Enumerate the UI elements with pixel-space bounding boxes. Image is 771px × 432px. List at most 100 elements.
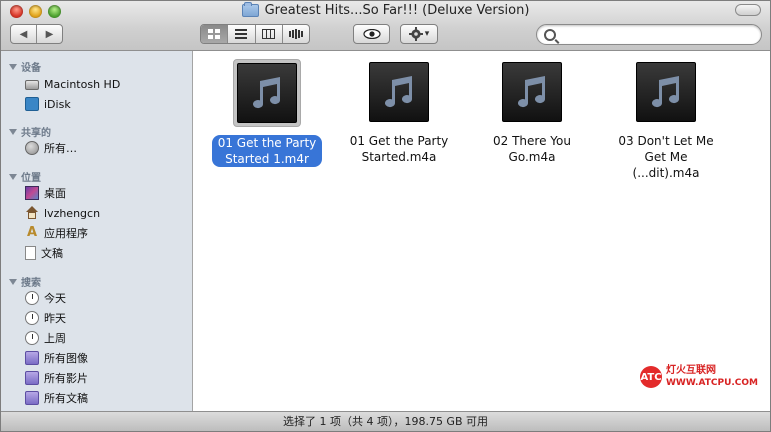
action-menu-button[interactable]: ▾ — [400, 24, 438, 44]
gear-icon — [408, 27, 423, 41]
smart-folder-icon — [25, 371, 39, 385]
file-name-line: Started.m4a — [361, 150, 437, 164]
sidebar-item-idisk[interactable]: iDisk — [25, 96, 71, 112]
file-name-line: 01 Get the Party — [217, 136, 317, 150]
file-thumbnail[interactable] — [633, 59, 699, 125]
sidebar-item-label: lvzhengcn — [44, 206, 101, 220]
sidebar-item-applications[interactable]: A 应用程序 — [25, 225, 88, 241]
file-item[interactable]: 01 Get the Party Started.m4a — [339, 59, 459, 165]
file-item[interactable]: 03 Don't Let Me Get Me (...dit).m4a — [606, 59, 726, 181]
file-name-label[interactable]: 01 Get the Party Started.m4a — [339, 133, 459, 165]
sidebar-item-today[interactable]: 今天 — [25, 290, 66, 306]
sidebar-item-label: 昨天 — [44, 312, 66, 325]
search-input[interactable] — [559, 27, 753, 43]
forward-arrow-icon: ▶ — [45, 28, 54, 40]
back-forward-control: ◀ ▶ — [10, 24, 63, 44]
sidebar-item-last-week[interactable]: 上周 — [25, 330, 66, 346]
sidebar-item-all-shared[interactable]: 所有… — [25, 140, 77, 156]
search-icon — [544, 29, 556, 41]
status-text: 选择了 1 项（共 4 项），198.75 GB 可用 — [282, 415, 489, 428]
file-name-line: Get Me (...dit).m4a — [632, 150, 700, 180]
forward-button[interactable]: ▶ — [36, 25, 62, 43]
sidebar-item-all-movies[interactable]: 所有影片 — [25, 370, 88, 386]
music-note-icon — [237, 63, 297, 123]
file-name-label[interactable]: 01 Get the Party Started 1.m4r — [211, 135, 323, 167]
column-view-button[interactable] — [254, 25, 282, 43]
clock-icon — [25, 291, 39, 305]
file-name-line: Started 1.m4r — [225, 152, 309, 166]
sidebar-item-label: 应用程序 — [44, 227, 88, 240]
coverflow-view-button[interactable] — [281, 25, 309, 43]
file-name-line: 01 Get the Party — [349, 134, 449, 148]
sidebar-item-label: 今天 — [44, 292, 66, 305]
disclosure-triangle-icon[interactable] — [9, 63, 17, 70]
file-name-line: 02 There You — [493, 134, 571, 148]
watermark-cn: 灯火互联网 — [666, 365, 716, 376]
documents-icon — [25, 246, 36, 260]
sidebar-item-label: Macintosh HD — [44, 77, 121, 91]
coverflow-view-icon — [288, 29, 303, 39]
back-button[interactable]: ◀ — [11, 25, 36, 43]
sidebar-item-yesterday[interactable]: 昨天 — [25, 310, 66, 326]
toolbar-toggle-button[interactable] — [735, 4, 761, 16]
sidebar-item-label: 桌面 — [44, 187, 66, 200]
quick-look-button[interactable] — [353, 24, 390, 44]
list-view-icon — [235, 29, 248, 39]
sidebar-section-label: 共享的 — [21, 128, 51, 139]
sidebar-section-search[interactable]: 搜索 — [9, 274, 41, 289]
sidebar-item-documents[interactable]: 文稿 — [25, 245, 63, 261]
chevron-down-icon: ▾ — [424, 29, 430, 39]
file-name-line: 03 Don't Let Me — [618, 134, 714, 148]
hard-disk-icon — [25, 80, 39, 90]
disclosure-triangle-icon[interactable] — [9, 173, 17, 180]
finder-window: Greatest Hits...So Far!!! (Deluxe Versio… — [0, 0, 771, 432]
watermark-text: 灯火互联网 WWW.ATCPU.COM — [666, 365, 758, 389]
home-icon — [25, 206, 39, 220]
clock-icon — [25, 311, 39, 325]
desktop-icon — [25, 186, 39, 200]
file-thumbnail[interactable] — [499, 59, 565, 125]
file-thumbnail[interactable] — [366, 59, 432, 125]
status-bar: 选择了 1 项（共 4 项），198.75 GB 可用 — [1, 411, 770, 431]
list-view-button[interactable] — [227, 25, 254, 43]
sidebar-item-macintosh-hd[interactable]: Macintosh HD — [25, 76, 120, 92]
search-field[interactable] — [536, 24, 762, 45]
sidebar-section-label: 设备 — [21, 63, 41, 74]
sidebar-item-label: 上周 — [44, 332, 66, 345]
sidebar-item-label: 所有… — [44, 142, 77, 155]
window-title-text: Greatest Hits...So Far!!! (Deluxe Versio… — [264, 3, 530, 18]
watermark: ATC 灯火互联网 WWW.ATCPU.COM — [640, 355, 766, 399]
file-item[interactable]: 01 Get the Party Started 1.m4r — [207, 59, 327, 167]
sidebar-section-devices[interactable]: 设备 — [9, 59, 41, 74]
file-browser: 01 Get the Party Started 1.m4r 01 Get th… — [193, 51, 770, 413]
icon-view-icon — [208, 29, 221, 39]
eye-icon — [362, 29, 381, 39]
toolbar: Greatest Hits...So Far!!! (Deluxe Versio… — [1, 1, 770, 51]
file-name-label[interactable]: 03 Don't Let Me Get Me (...dit).m4a — [606, 133, 726, 181]
sidebar-section-label: 位置 — [21, 173, 41, 184]
sidebar-item-all-images[interactable]: 所有图像 — [25, 350, 88, 366]
disclosure-triangle-icon[interactable] — [9, 278, 17, 285]
window-title: Greatest Hits...So Far!!! (Deluxe Versio… — [1, 2, 770, 18]
smart-folder-icon — [25, 391, 39, 405]
music-note-icon — [636, 62, 696, 122]
sidebar-section-label: 搜索 — [21, 278, 41, 289]
sidebar-section-shared[interactable]: 共享的 — [9, 124, 51, 139]
sidebar-item-all-documents[interactable]: 所有文稿 — [25, 390, 88, 406]
file-item[interactable]: 02 There You Go.m4a — [472, 59, 592, 165]
watermark-en: WWW.ATCPU.COM — [666, 378, 759, 388]
watermark-logo-icon: ATC — [640, 366, 662, 388]
icon-view-button[interactable] — [201, 25, 228, 43]
file-name-label[interactable]: 02 There You Go.m4a — [472, 133, 592, 165]
column-view-icon — [262, 29, 276, 39]
sidebar-item-label: 文稿 — [41, 247, 63, 260]
disclosure-triangle-icon[interactable] — [9, 128, 17, 135]
view-switcher — [200, 24, 310, 44]
sidebar-item-label: 所有文稿 — [44, 392, 88, 405]
sidebar-item-home[interactable]: lvzhengcn — [25, 205, 100, 221]
sidebar-section-places[interactable]: 位置 — [9, 169, 41, 184]
sidebar-item-desktop[interactable]: 桌面 — [25, 185, 66, 201]
file-thumbnail[interactable] — [233, 59, 301, 127]
sidebar-item-label: 所有影片 — [44, 372, 88, 385]
sidebar-item-label: 所有图像 — [44, 352, 88, 365]
